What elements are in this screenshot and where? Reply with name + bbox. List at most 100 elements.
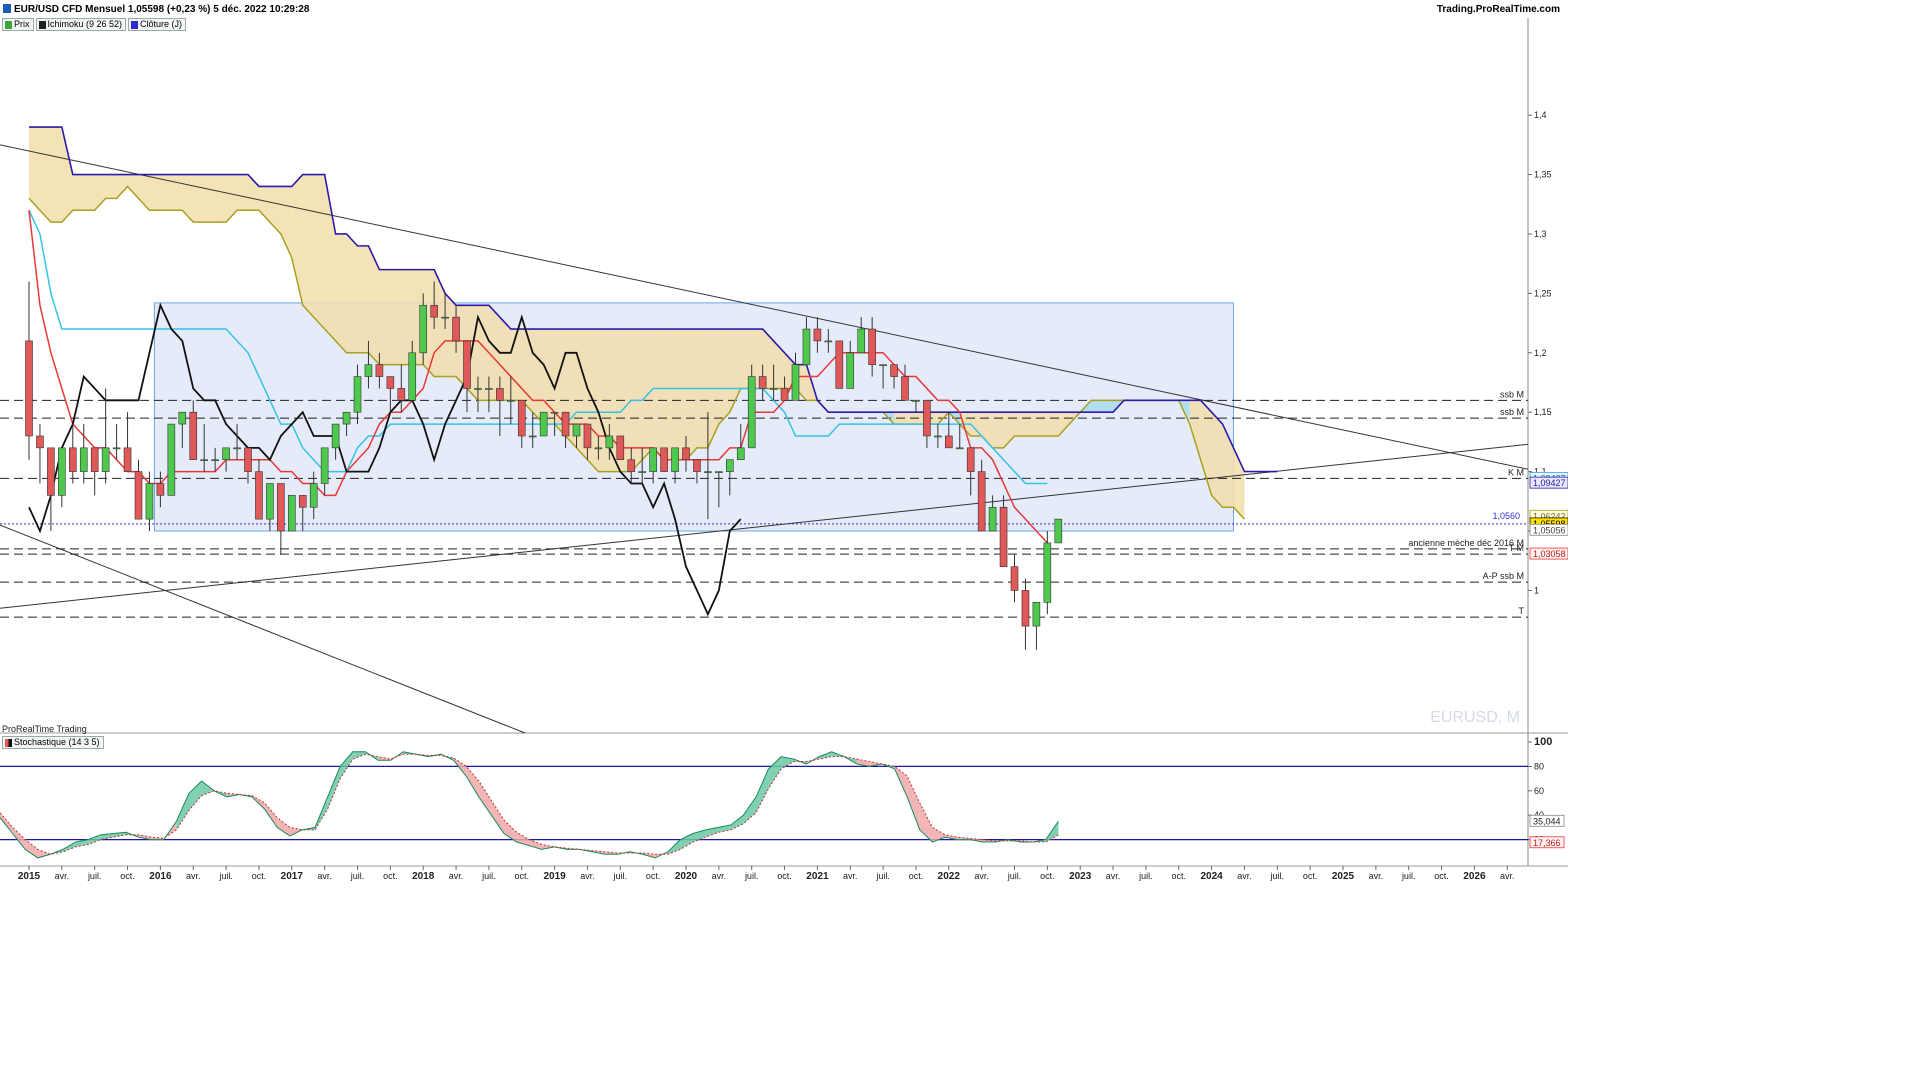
kumo-segment xyxy=(127,174,139,199)
kumo-segment xyxy=(718,329,730,425)
chart-canvas[interactable]: ssb M ssb M K M ancienne mèche déc 2016 MT … xyxy=(0,0,1568,882)
kumo-segment xyxy=(390,269,402,365)
candle-body xyxy=(539,411,548,437)
level-label: ancienne mèche déc 2016 M xyxy=(1408,538,1524,548)
candle-body xyxy=(802,328,811,365)
candle-body xyxy=(47,447,55,496)
candle-body xyxy=(25,340,33,437)
level-label: ssb M xyxy=(1500,389,1524,399)
candle-body xyxy=(441,316,449,319)
kumo-segment xyxy=(302,174,314,318)
x-tick-label: oct. xyxy=(777,871,792,881)
watermark: EURUSD, M xyxy=(1430,709,1520,726)
trendline-lower-left xyxy=(0,524,526,734)
kumo-segment xyxy=(83,174,95,211)
close-price-label: 1,0560 xyxy=(1492,511,1520,521)
candle-body xyxy=(134,471,143,520)
kumo-segment xyxy=(50,127,62,223)
kumo-segment xyxy=(182,174,194,223)
candle-body xyxy=(397,388,406,401)
candle-body xyxy=(145,483,154,520)
stoch-fill-segment xyxy=(277,817,290,836)
kumo-segment xyxy=(653,329,665,460)
candle-body xyxy=(112,447,121,450)
stoch-y-tick-label: 60 xyxy=(1534,786,1544,796)
candle-body xyxy=(298,495,307,508)
candle-body xyxy=(999,506,1008,567)
kumo-segment xyxy=(215,174,227,223)
prorealtime-label: ProRealTime Trading xyxy=(2,724,87,734)
x-tick-label: 2022 xyxy=(938,871,961,882)
legend-label: Stochastique (14 3 5) xyxy=(14,737,100,747)
candle-body xyxy=(769,388,778,390)
kumo-segment xyxy=(532,329,544,425)
candle-body xyxy=(244,447,252,472)
kumo-segment xyxy=(226,174,238,223)
kumo-segment xyxy=(346,233,358,353)
candle-body xyxy=(189,411,198,461)
x-tick-label: avr. xyxy=(974,871,989,881)
candle-body xyxy=(1032,602,1041,627)
x-tick-label: juil. xyxy=(744,871,759,881)
stoch-fill-segment xyxy=(12,827,26,850)
candle-body xyxy=(200,459,208,462)
level-label: K M xyxy=(1508,467,1524,477)
candle-body xyxy=(58,447,66,496)
legend-swatch-icon xyxy=(5,738,12,747)
x-tick-label: juil. xyxy=(1007,871,1022,881)
price-badge-label: 1,03058 xyxy=(1533,549,1566,559)
x-tick-label: avr. xyxy=(317,871,332,881)
stoch-fill-segment xyxy=(340,751,353,779)
candle-body xyxy=(572,423,581,437)
candle-body xyxy=(627,459,636,472)
kumo-segment xyxy=(1047,412,1059,436)
candle-body xyxy=(79,447,88,472)
kumo-segment xyxy=(171,174,183,211)
kumo-segment xyxy=(291,174,303,306)
x-tick-label: juil. xyxy=(481,871,496,881)
kumo-segment xyxy=(510,329,522,401)
kumo-segment xyxy=(488,305,500,401)
x-tick-label: juil. xyxy=(218,871,233,881)
x-tick-label: oct. xyxy=(909,871,924,881)
candle-body xyxy=(605,435,614,449)
candle-body xyxy=(309,483,318,508)
x-tick-label: avr. xyxy=(843,871,858,881)
candle-body xyxy=(890,364,898,377)
candle-body xyxy=(780,388,789,401)
candle-body xyxy=(517,400,526,437)
y-tick-label: 1,4 xyxy=(1534,110,1547,120)
candle-body xyxy=(90,447,99,472)
kumo-segment xyxy=(992,412,1004,448)
candle-body xyxy=(211,459,219,462)
time-axis: 2015 avr. juil. oct. 2016 avr. juil. oct. 2017 av… xyxy=(18,866,1515,882)
candle-body xyxy=(638,471,647,473)
candle-body xyxy=(485,388,493,390)
stoch-fill-segment xyxy=(352,751,366,760)
candle-body xyxy=(912,400,920,402)
x-tick-label: juil. xyxy=(1270,871,1285,881)
candle-body xyxy=(944,435,953,449)
price-badge-label: 1,05056 xyxy=(1533,525,1566,535)
kumo-segment xyxy=(379,269,391,365)
candle-body xyxy=(693,459,701,472)
kumo-segment xyxy=(149,174,161,211)
kumo-segment xyxy=(1091,400,1103,413)
x-tick-label: avr. xyxy=(580,871,595,881)
x-tick-label: 2021 xyxy=(806,871,829,882)
kumo-segment xyxy=(1102,400,1114,413)
stoch-fill-segment xyxy=(466,766,479,797)
y-tick-label: 1 xyxy=(1534,585,1539,595)
candle-body xyxy=(320,447,329,484)
level-label: T M xyxy=(1509,543,1524,553)
x-tick-label: avr. xyxy=(1106,871,1121,881)
kumo-segment xyxy=(675,329,686,460)
kumo-segment xyxy=(313,174,325,330)
stochastic-panel: 1008060402035,04417,366 xyxy=(0,736,1565,859)
candle-body xyxy=(331,423,340,449)
stoch-fill-segment xyxy=(25,839,38,858)
legend-item-stochastic[interactable]: Stochastique (14 3 5) xyxy=(2,736,104,749)
x-tick-label: 2018 xyxy=(412,871,435,882)
kumo-segment xyxy=(664,329,676,460)
stoch-y-tick-label: 100 xyxy=(1534,736,1552,748)
